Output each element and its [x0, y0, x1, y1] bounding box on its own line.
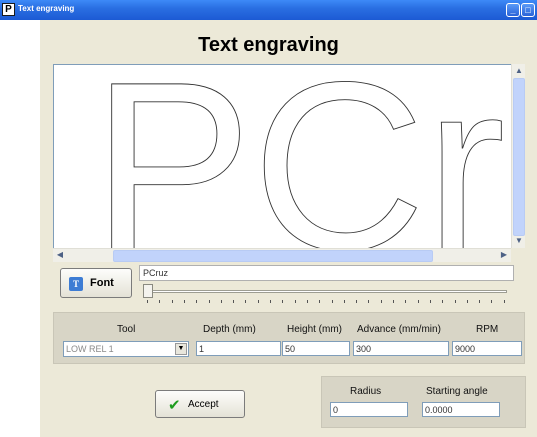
slider-tick [503, 300, 505, 303]
tool-select-value: LOW REL 1 [66, 344, 114, 354]
preview-text: PCruz [92, 65, 525, 262]
scroll-up-icon[interactable]: ▲ [513, 65, 525, 77]
slider-tick [233, 300, 235, 303]
advance-label: Advance (mm/min) [357, 324, 441, 335]
font-button-label: Font [90, 277, 114, 289]
slider-tick [442, 300, 444, 303]
slider-tick [220, 300, 222, 303]
scrollbar-corner [511, 248, 525, 262]
preview-svg: PCruz [92, 65, 525, 262]
slider-tick [417, 300, 419, 303]
engraving-text-input[interactable] [139, 265, 514, 281]
slider-tick [147, 300, 148, 303]
slider-thumb[interactable] [143, 284, 153, 298]
slider-tick [368, 300, 370, 303]
slider-tick [380, 300, 382, 303]
accept-button[interactable]: ✔ Accept [155, 390, 245, 418]
preview-vertical-scrollbar[interactable]: ▲ ▼ [511, 64, 525, 248]
slider-tick [294, 300, 296, 303]
tool-label: Tool [117, 324, 136, 335]
minimize-button[interactable]: _ [506, 3, 520, 17]
vertical-scroll-thumb[interactable] [513, 78, 525, 236]
slider-tick [306, 300, 308, 303]
preview-horizontal-scrollbar[interactable]: ◀ ▶ [53, 248, 511, 262]
page-title: Text engraving [198, 34, 339, 56]
slider-tick [393, 300, 394, 303]
starting-angle-label: Starting angle [426, 386, 488, 397]
horizontal-scroll-thumb[interactable] [113, 250, 433, 262]
slider-tick [183, 300, 185, 303]
slider-tick [405, 300, 407, 303]
slider-tick [257, 300, 259, 303]
depth-label: Depth (mm) [203, 324, 256, 335]
engraving-preview: PCruz [53, 64, 525, 262]
slider-track [145, 290, 507, 293]
checkmark-icon: ✔ [168, 396, 181, 414]
slider-tick [466, 300, 468, 303]
accept-button-label: Accept [188, 399, 219, 410]
window-left-edge [0, 20, 6, 437]
starting-angle-field[interactable] [422, 402, 500, 417]
radius-label: Radius [350, 386, 382, 397]
slider-tick [479, 300, 481, 303]
slider-tick [343, 300, 345, 303]
scroll-left-icon[interactable]: ◀ [54, 249, 66, 261]
advance-field[interactable] [353, 341, 449, 356]
rpm-label: RPM [476, 324, 499, 335]
slider-tick [331, 300, 333, 303]
depth-field[interactable] [196, 341, 281, 356]
maximize-button[interactable]: □ [521, 3, 535, 17]
font-icon: T [69, 277, 83, 291]
scroll-down-icon[interactable]: ▼ [513, 235, 525, 247]
height-label: Height (mm) [287, 324, 343, 335]
radius-field[interactable] [330, 402, 408, 417]
title-bar: P Text engraving _ □ [0, 0, 537, 20]
slider-tick [429, 300, 431, 303]
size-slider[interactable] [139, 284, 514, 304]
slider-tick [245, 300, 247, 303]
tool-select[interactable]: LOW REL 1 ▼ [63, 341, 189, 357]
slider-tick [171, 300, 173, 303]
chevron-down-icon[interactable]: ▼ [175, 343, 187, 355]
slider-tick [319, 300, 321, 303]
height-field[interactable] [282, 341, 350, 356]
slider-tick [282, 300, 284, 303]
app-icon: P [2, 3, 15, 16]
slider-tick [270, 300, 271, 303]
window-title: Text engraving [18, 4, 75, 13]
slider-tick [196, 300, 198, 303]
slider-tick [491, 300, 493, 303]
slider-tick [356, 300, 358, 303]
scroll-right-icon[interactable]: ▶ [498, 249, 510, 261]
slider-tick [208, 300, 210, 303]
slider-tick [454, 300, 456, 303]
rpm-field[interactable] [452, 341, 522, 356]
slider-tick [159, 300, 161, 303]
font-button[interactable]: T Font [60, 268, 132, 298]
